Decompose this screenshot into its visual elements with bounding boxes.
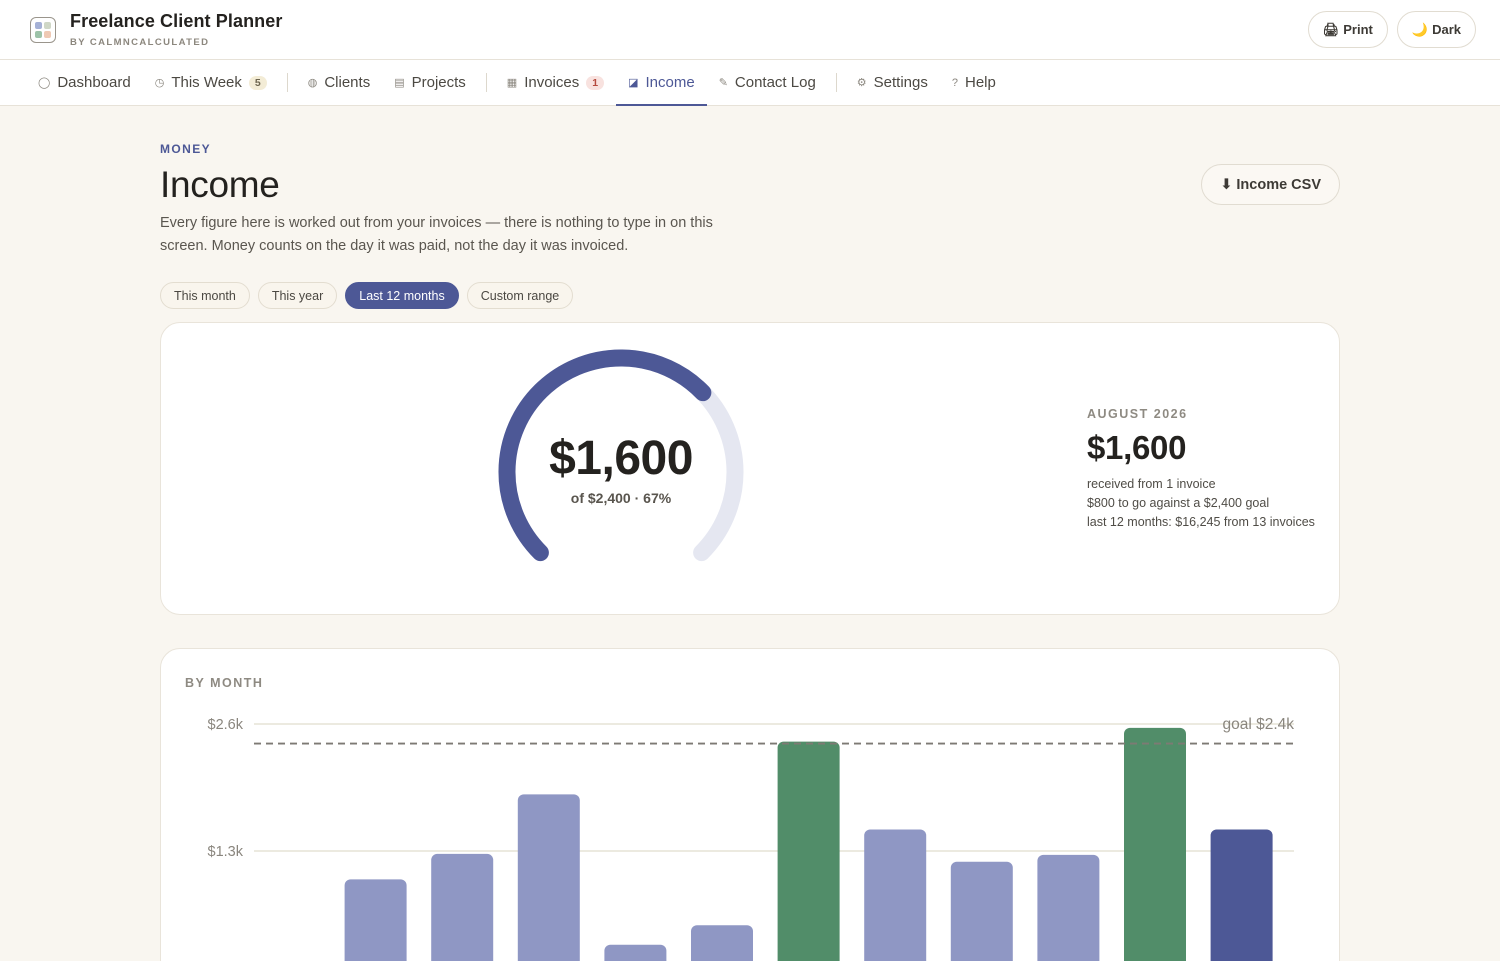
main-nav-tabs: ◯ Dashboard ◷ This Week 5 ◍ Clients ▤ Projects ▦ I…	[0, 60, 1500, 106]
tab-help[interactable]: ? Help	[940, 60, 1008, 105]
filter-this-month[interactable]: This month	[160, 282, 250, 309]
bar-month-3	[431, 853, 494, 961]
tab-label: Clients	[324, 74, 371, 91]
dark-mode-button-label: Dark	[1432, 22, 1461, 37]
this-week-icon: ◷	[154, 77, 165, 89]
tab-label: Projects	[411, 74, 466, 91]
gauge-subtext: of $2,400 · 67%	[570, 490, 672, 506]
print-button[interactable]: 🖨 Print	[1307, 11, 1388, 48]
filter-last-12-months[interactable]: Last 12 months	[345, 282, 459, 309]
bar-month-7	[777, 741, 840, 961]
income-summary-card: $1,600 of $2,400 · 67% AUGUST 2026 $1,60…	[160, 322, 1340, 615]
stats-period-label: AUGUST 2026	[1087, 407, 1188, 421]
y-tick-label: $2.6k	[208, 717, 244, 733]
page-description: Every figure here is worked out from you…	[160, 215, 713, 254]
goal-label: goal $2.4k	[1222, 716, 1294, 733]
tab-divider	[286, 73, 288, 92]
month-stats: AUGUST 2026 $1,600 received from 1 invoi…	[1087, 407, 1315, 532]
tab-this-week[interactable]: ◷ This Week 5	[143, 60, 279, 105]
tab-contact-log[interactable]: ✎ Contact Log	[707, 60, 828, 105]
tab-label: Invoices	[524, 74, 580, 91]
count-badge: 1	[586, 75, 605, 90]
bar-month-10	[1037, 854, 1100, 961]
page-title: Income	[160, 164, 280, 205]
date-range-filters: This month This year Last 12 months Custom …	[160, 282, 1340, 309]
bar-month-2	[344, 879, 407, 961]
invoices-icon: ▦	[506, 77, 518, 89]
income-gauge: $1,600 of $2,400 · 67%	[496, 347, 746, 563]
stats-goal-remaining: $800 to go against a $2,400 goal	[1087, 496, 1270, 510]
income-icon: ◪	[628, 77, 639, 89]
tab-income[interactable]: ◪ Income	[616, 60, 707, 106]
clients-icon: ◍	[307, 77, 318, 89]
top-bar: Freelance Client Planner BY CALMNCALCULA…	[0, 0, 1500, 60]
tab-divider	[835, 73, 837, 92]
printer-icon: 🖨	[1322, 21, 1340, 37]
tab-label: Dashboard	[57, 74, 131, 91]
brand: Freelance Client Planner BY CALMNCALCULA…	[70, 11, 282, 48]
y-tick-label: $1.3k	[208, 844, 244, 860]
app-logo-icon	[30, 16, 56, 43]
bar-month-11	[1124, 727, 1186, 961]
tab-label: Income	[645, 74, 695, 91]
app-subtitle: BY CALMNCALCULATED	[70, 37, 210, 48]
tab-divider	[485, 73, 487, 92]
income-page: MONEY Income Every figure here is worked…	[160, 106, 1340, 961]
app-title: Freelance Client Planner	[70, 11, 283, 31]
bar-month-9	[950, 861, 1013, 961]
gauge-value: $1,600	[549, 432, 693, 485]
bar-month-4	[517, 794, 580, 961]
by-month-chart-card: BY MONTH $2.6k $1.3k goal $2.4k	[160, 648, 1340, 961]
tab-settings[interactable]: ⚙ Settings	[845, 60, 940, 105]
stats-invoice-count: received from 1 invoice	[1087, 477, 1216, 491]
settings-icon: ⚙	[856, 77, 867, 89]
page-eyebrow: MONEY	[160, 142, 212, 156]
stats-value: $1,600	[1087, 429, 1187, 466]
bar-month-8	[864, 829, 927, 961]
bar-month-12	[1210, 829, 1273, 961]
tab-invoices[interactable]: ▦ Invoices 1	[495, 60, 616, 105]
by-month-bar-chart: $2.6k $1.3k goal $2.4k	[208, 716, 1294, 961]
projects-icon: ▤	[394, 77, 405, 89]
stats-period-total: last 12 months: $16,245 from 13 invoices	[1087, 515, 1315, 529]
income-csv-button[interactable]: ⬇ Income CSV	[1201, 164, 1340, 205]
tab-projects[interactable]: ▤ Projects	[382, 60, 478, 105]
print-button-label: Print	[1343, 22, 1373, 37]
bar-month-5	[604, 944, 667, 961]
help-icon: ?	[951, 76, 958, 89]
tab-label: This Week	[171, 74, 242, 91]
filter-custom-range[interactable]: Custom range	[466, 282, 574, 309]
tab-label: Settings	[873, 74, 928, 91]
count-badge: 5	[248, 75, 267, 90]
tab-clients[interactable]: ◍ Clients	[296, 60, 382, 105]
contact-log-icon: ✎	[718, 77, 728, 89]
dark-mode-button[interactable]: 🌙 Dark	[1396, 11, 1476, 48]
moon-icon: 🌙	[1411, 21, 1429, 37]
tab-label: Help	[965, 74, 996, 91]
bar-month-6	[691, 925, 753, 961]
tab-dashboard[interactable]: ◯ Dashboard	[26, 60, 143, 105]
dashboard-icon: ◯	[38, 77, 51, 89]
tab-label: Contact Log	[734, 74, 816, 91]
filter-this-year[interactable]: This year	[257, 282, 338, 309]
